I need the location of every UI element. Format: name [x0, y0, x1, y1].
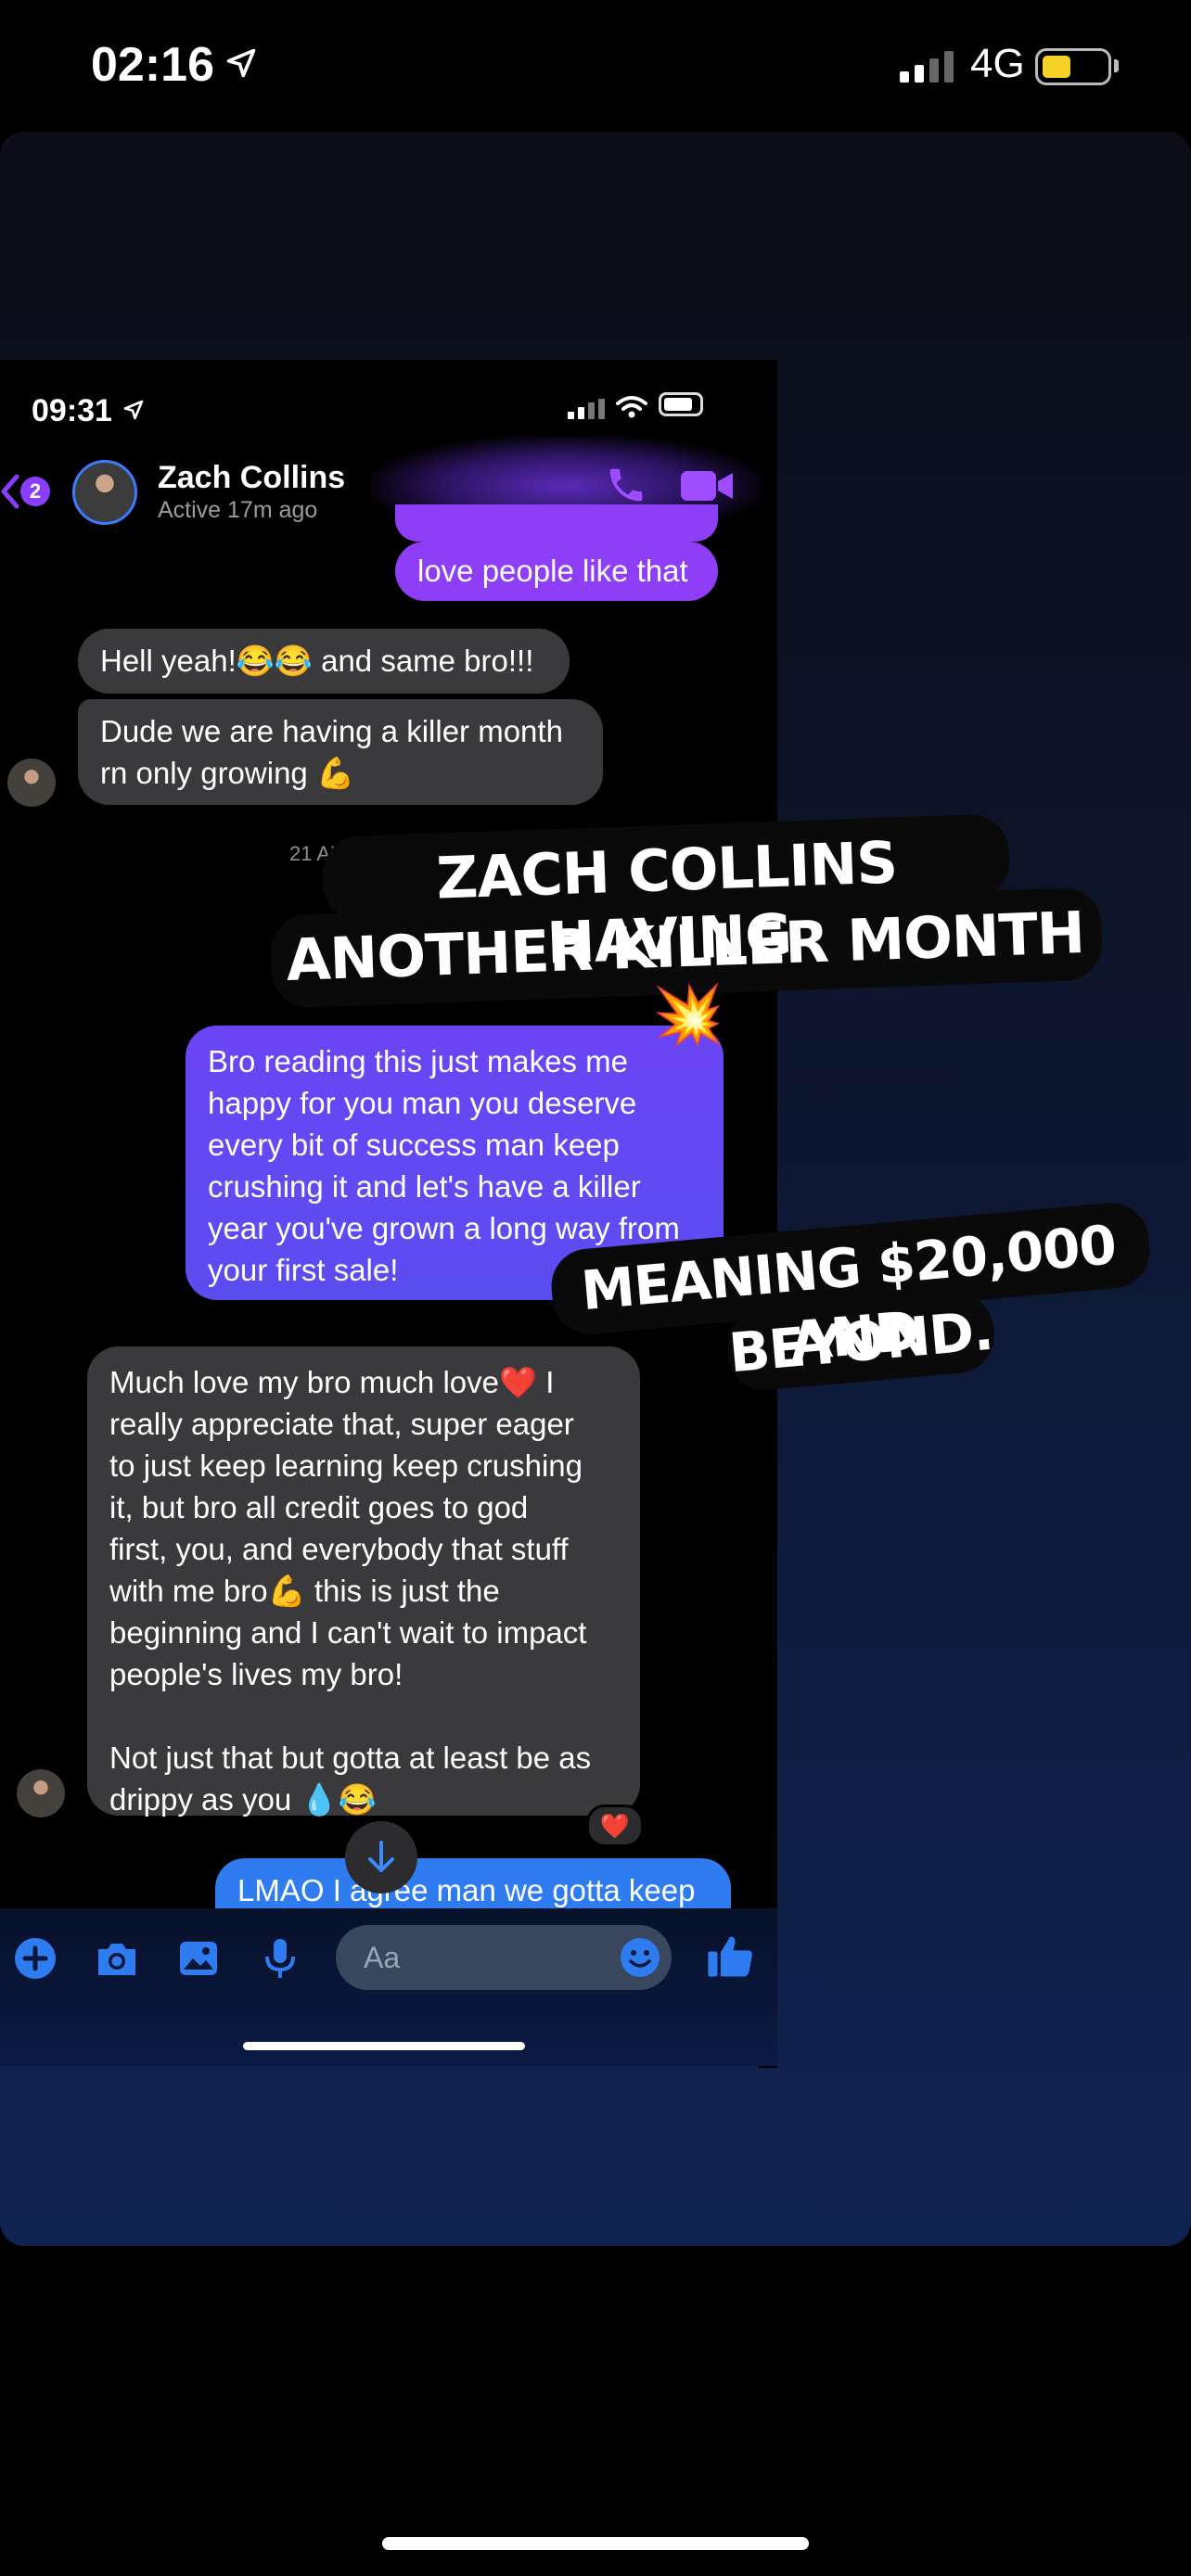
contact-avatar[interactable] — [72, 460, 137, 525]
message-outgoing[interactable]: love people like that — [395, 542, 718, 601]
microphone-icon[interactable] — [258, 1936, 302, 1981]
home-indicator — [382, 2537, 809, 2550]
phone-icon[interactable] — [605, 464, 647, 506]
sender-avatar[interactable] — [7, 759, 56, 807]
wifi-icon — [616, 396, 647, 418]
inner-home-indicator — [243, 2042, 525, 2050]
caption-headline-line2: ANOTHER KILLER MONTH 💥 — [285, 899, 1086, 1051]
location-arrow-icon — [226, 48, 256, 78]
video-camera-icon[interactable] — [681, 469, 735, 503]
arrow-down-icon — [368, 1841, 394, 1872]
message-incoming[interactable]: Hell yeah!😂😂 and same bro!!! — [78, 629, 570, 694]
status-bar: 02:16 4G — [0, 0, 1191, 130]
camera-icon[interactable] — [95, 1936, 139, 1981]
plus-icon[interactable] — [13, 1936, 58, 1981]
battery-icon — [1035, 48, 1111, 85]
battery-icon — [659, 392, 703, 416]
contact-name[interactable]: Zach Collins — [158, 460, 345, 496]
emoji-icon[interactable] — [618, 1935, 662, 1980]
status-time: 02:16 — [91, 38, 214, 92]
message-input-placeholder: Aa — [364, 1941, 401, 1974]
message-bubble-partial — [395, 504, 718, 542]
contact-status: Active 17m ago — [158, 497, 318, 523]
chevron-left-icon[interactable] — [0, 471, 20, 512]
unread-badge[interactable]: 2 — [20, 477, 50, 506]
reaction-badge[interactable]: ❤️ — [586, 1804, 644, 1847]
inner-status-time: 09:31 — [32, 393, 112, 428]
signal-icon — [568, 399, 605, 419]
scroll-down-button[interactable] — [345, 1821, 417, 1894]
battery-cap — [1114, 59, 1119, 72]
sender-avatar[interactable] — [17, 1769, 65, 1817]
message-incoming[interactable]: Dude we are having a killer month rn onl… — [78, 699, 603, 805]
signal-icon — [900, 51, 954, 83]
network-type: 4G — [970, 41, 1025, 86]
image-icon[interactable] — [176, 1936, 221, 1981]
thumbs-up-icon[interactable] — [705, 1931, 755, 1981]
location-arrow-icon — [123, 400, 144, 420]
message-incoming[interactable]: Much love my bro much love❤️ I really ap… — [87, 1346, 640, 1817]
